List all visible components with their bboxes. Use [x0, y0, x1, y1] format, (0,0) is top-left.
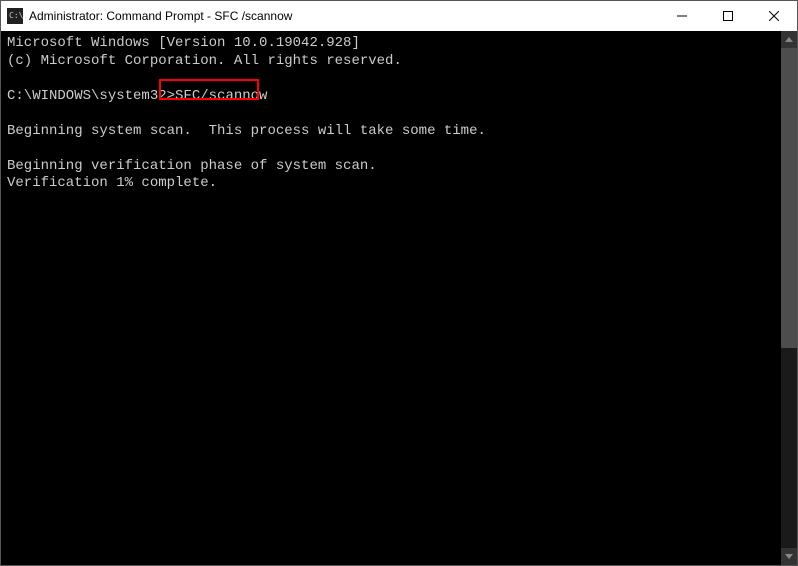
window-title: Administrator: Command Prompt - SFC /sca…: [29, 9, 659, 23]
os-version: Microsoft Windows [Version 10.0.19042.92…: [7, 35, 360, 51]
verification-phase-msg: Beginning verification phase of system s…: [7, 158, 377, 174]
scan-begin-msg: Beginning system scan. This process will…: [7, 123, 486, 139]
terminal-area[interactable]: Microsoft Windows [Version 10.0.19042.92…: [1, 31, 797, 565]
copyright: (c) Microsoft Corporation. All rights re…: [7, 53, 402, 69]
close-button[interactable]: [751, 1, 797, 31]
titlebar: C:\. Administrator: Command Prompt - SFC…: [1, 1, 797, 31]
scroll-track[interactable]: [781, 48, 797, 548]
prompt-prefix: C:\WINDOWS\system32>: [7, 88, 175, 104]
scroll-thumb[interactable]: [781, 48, 797, 348]
scrollbar[interactable]: [781, 31, 797, 565]
maximize-button[interactable]: [705, 1, 751, 31]
window-controls: [659, 1, 797, 31]
scroll-down-arrow[interactable]: [781, 548, 797, 565]
minimize-button[interactable]: [659, 1, 705, 31]
verification-progress: Verification 1% complete.: [7, 175, 217, 191]
scroll-up-arrow[interactable]: [781, 31, 797, 48]
cmd-icon: C:\.: [7, 8, 23, 24]
command-text: SFC/scannow: [175, 88, 267, 104]
terminal-output: Microsoft Windows [Version 10.0.19042.92…: [1, 31, 781, 565]
